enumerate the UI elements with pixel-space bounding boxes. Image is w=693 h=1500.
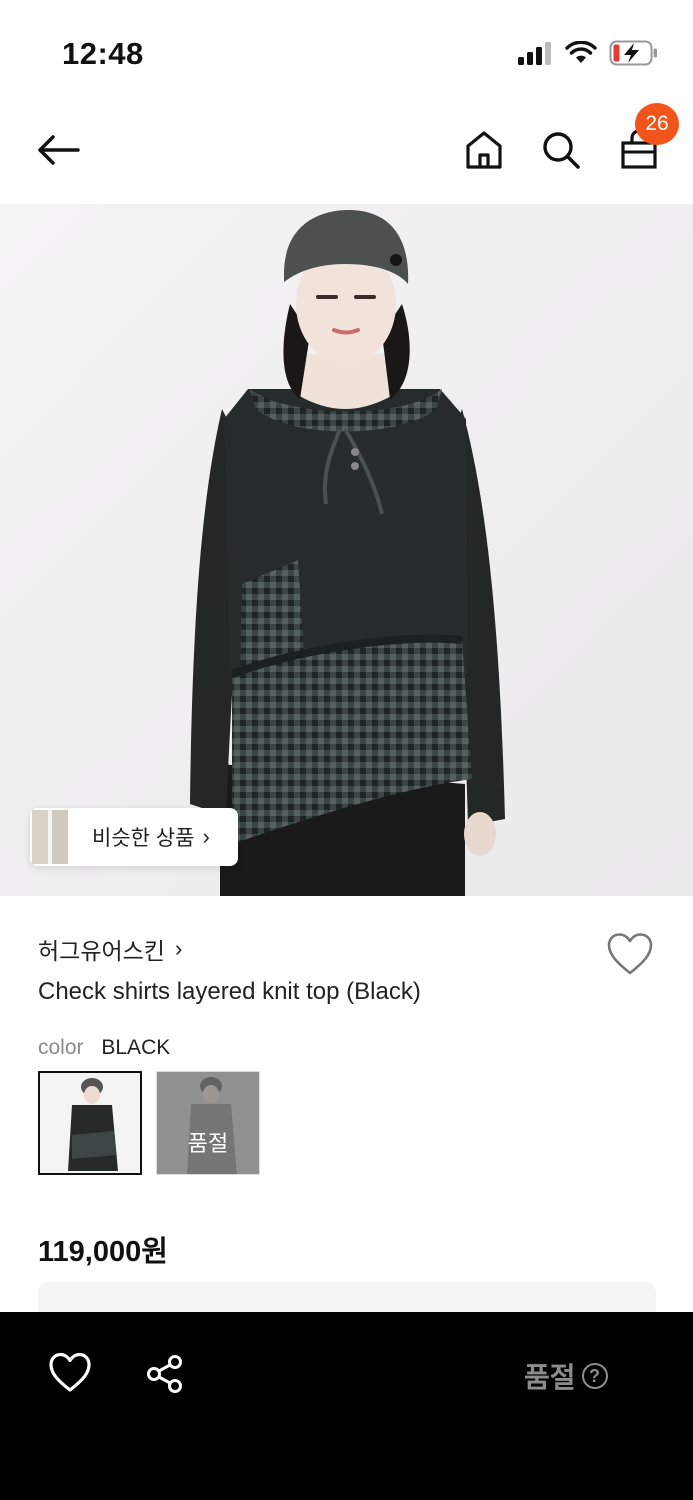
similar-products-thumbnail — [32, 810, 68, 864]
status-time: 12:48 — [62, 36, 144, 71]
search-button[interactable] — [533, 122, 589, 178]
home-button[interactable] — [456, 122, 512, 178]
chevron-right-icon: › — [174, 936, 183, 961]
cart-count-badge: 26 — [635, 103, 679, 145]
back-button[interactable] — [30, 122, 86, 178]
brand-name: 허그유어스킨 — [38, 938, 165, 964]
swatch-thumbnail — [40, 1073, 140, 1173]
battery-charging-icon — [609, 40, 657, 66]
similar-products-button[interactable]: 비슷한 상품 › — [30, 808, 238, 866]
soldout-label: 품절 — [524, 1362, 576, 1393]
color-swatch-black[interactable] — [38, 1071, 142, 1175]
status-bar: 12:48 — [0, 0, 693, 100]
heart-icon — [49, 1352, 91, 1392]
home-icon — [466, 131, 502, 169]
color-swatch-soldout[interactable]: 품절 — [156, 1071, 260, 1175]
share-button[interactable] — [145, 1354, 185, 1394]
product-title: Check shirts layered knit top (Black) — [38, 978, 421, 1005]
search-icon — [543, 132, 580, 169]
help-icon[interactable]: ? — [581, 1363, 608, 1389]
wifi-icon — [565, 41, 597, 63]
model-photo — [0, 204, 693, 896]
heart-icon — [607, 933, 653, 975]
wishlist-button[interactable] — [606, 932, 654, 976]
similar-products-label: 비슷한 상품 — [92, 827, 195, 850]
soldout-overlay: 품절 — [157, 1072, 259, 1174]
color-value: BLACK — [101, 1036, 171, 1059]
signal-icon — [518, 42, 551, 65]
bottom-action-bar: 품절 ? — [0, 1312, 693, 1500]
share-icon — [147, 1355, 182, 1393]
back-arrow-icon — [38, 135, 80, 165]
brand-link[interactable]: 허그유어스킨 › — [38, 932, 182, 966]
product-hero-image[interactable] — [0, 204, 693, 896]
soldout-status: 품절 ? — [524, 1356, 608, 1396]
bottom-wishlist-button[interactable] — [48, 1352, 92, 1394]
color-selection-label: color BLACK — [38, 1036, 170, 1060]
status-icons — [517, 40, 659, 66]
product-price: 119,000원 — [38, 1236, 168, 1268]
top-nav — [0, 100, 693, 204]
chevron-right-icon: › — [202, 824, 210, 849]
color-key: color — [38, 1036, 84, 1059]
